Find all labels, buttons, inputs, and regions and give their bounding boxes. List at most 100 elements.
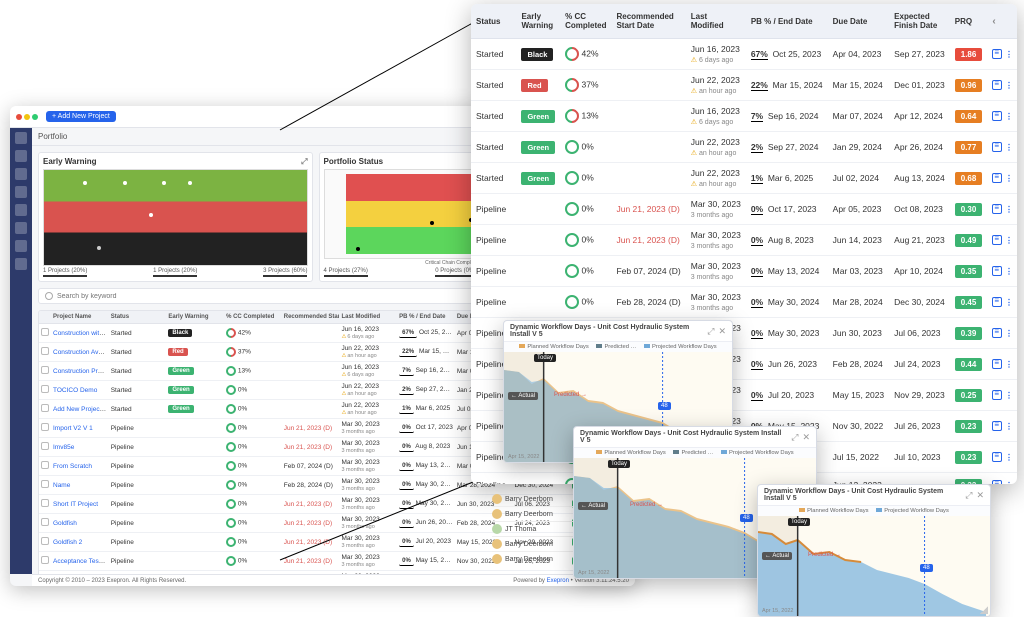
nav-icon-8[interactable] bbox=[15, 258, 27, 270]
col-header[interactable] bbox=[39, 311, 51, 324]
col-header[interactable]: % CC Completed bbox=[224, 311, 282, 324]
row-menu-icon[interactable]: ⋮ bbox=[1005, 49, 1013, 59]
nav-icon-1[interactable] bbox=[15, 132, 27, 144]
chevron-left-icon[interactable]: ‹ bbox=[992, 16, 995, 27]
nav-icon-4[interactable] bbox=[15, 186, 27, 198]
col-header[interactable]: Project Name bbox=[51, 311, 109, 324]
project-link[interactable]: Goldfish 2 bbox=[53, 539, 82, 546]
row-action-icon[interactable] bbox=[992, 480, 1002, 484]
col-header[interactable]: PB % / End Date bbox=[397, 311, 455, 324]
row-action-icon[interactable] bbox=[992, 328, 1002, 338]
row-checkbox[interactable] bbox=[41, 537, 49, 545]
row-menu-icon[interactable]: ⋮ bbox=[1005, 235, 1013, 245]
resize-handle[interactable] bbox=[980, 606, 988, 614]
row-menu-icon[interactable]: ⋮ bbox=[1005, 266, 1013, 276]
col-header[interactable]: Status bbox=[109, 311, 167, 324]
row-checkbox[interactable] bbox=[41, 518, 49, 526]
expand-icon[interactable]: ⤢ bbox=[791, 432, 798, 443]
row-checkbox[interactable] bbox=[41, 404, 49, 412]
project-link[interactable]: Goldfish bbox=[53, 520, 77, 527]
project-link[interactable]: Name bbox=[53, 482, 70, 489]
table-row[interactable]: StartedGreen 0%Jun 22, 2023an hour ago1%… bbox=[471, 163, 1017, 194]
col-header[interactable]: % CC Completed bbox=[560, 4, 611, 39]
table-row[interactable]: Pipeline 0%Feb 28, 2024 (D)Mar 30, 20233… bbox=[471, 287, 1017, 318]
table-row[interactable]: Pipeline 0%Jun 21, 2023 (D)Mar 30, 20233… bbox=[471, 225, 1017, 256]
row-menu-icon[interactable]: ⋮ bbox=[1005, 390, 1013, 400]
col-header[interactable]: ‹ bbox=[987, 4, 1017, 39]
row-checkbox[interactable] bbox=[41, 499, 49, 507]
row-action-icon[interactable] bbox=[992, 235, 1002, 245]
row-menu-icon[interactable]: ⋮ bbox=[1005, 204, 1013, 214]
project-link[interactable]: Construction Average Structure of Projec… bbox=[53, 349, 109, 356]
table-row[interactable]: Pipeline 0%Feb 07, 2024 (D)Mar 30, 20233… bbox=[471, 256, 1017, 287]
early-warning-chart[interactable] bbox=[43, 169, 308, 266]
close-icon[interactable]: ✕ bbox=[976, 490, 984, 501]
project-link[interactable]: Acceptance Testing Rnm2 V 1 bbox=[53, 558, 109, 565]
row-action-icon[interactable] bbox=[992, 452, 1002, 462]
search-input[interactable] bbox=[57, 293, 177, 300]
row-action-icon[interactable] bbox=[992, 111, 1002, 121]
col-header[interactable]: PRQ bbox=[950, 4, 988, 39]
project-link[interactable]: From Scratch bbox=[53, 463, 92, 470]
popup-chart[interactable]: ← Actual Today Predicted → 48 Apr 15, 20… bbox=[758, 516, 990, 616]
close-icon[interactable]: ✕ bbox=[802, 432, 810, 443]
table-row[interactable]: StartedBlack 42%Jun 16, 20236 days ago67… bbox=[471, 39, 1017, 70]
nav-icon-6[interactable] bbox=[15, 222, 27, 234]
row-checkbox[interactable] bbox=[41, 442, 49, 450]
row-action-icon[interactable] bbox=[992, 421, 1002, 431]
row-action-icon[interactable] bbox=[992, 359, 1002, 369]
project-link[interactable]: Import V2 V 1 bbox=[53, 425, 93, 432]
col-header[interactable]: Due Date bbox=[828, 4, 890, 39]
row-checkbox[interactable] bbox=[41, 556, 49, 564]
col-header[interactable]: Last Modified bbox=[339, 311, 397, 324]
row-action-icon[interactable] bbox=[992, 297, 1002, 307]
table-row[interactable]: Pipeline 0%Jun 21, 2023 (D)Mar 30, 20233… bbox=[471, 194, 1017, 225]
row-checkbox[interactable] bbox=[41, 366, 49, 374]
row-menu-icon[interactable]: ⋮ bbox=[1005, 80, 1013, 90]
row-action-icon[interactable] bbox=[992, 266, 1002, 276]
row-menu-icon[interactable]: ⋮ bbox=[1005, 359, 1013, 369]
row-action-icon[interactable] bbox=[992, 173, 1002, 183]
row-menu-icon[interactable]: ⋮ bbox=[1005, 297, 1013, 307]
row-checkbox[interactable] bbox=[41, 347, 49, 355]
expand-icon[interactable]: ⤢ bbox=[965, 490, 972, 501]
row-menu-icon[interactable]: ⋮ bbox=[1005, 111, 1013, 121]
project-link[interactable]: TOCICO Demo bbox=[53, 387, 97, 394]
project-link[interactable]: Short IT Project bbox=[53, 501, 98, 508]
project-link[interactable]: Imv85e bbox=[53, 444, 74, 451]
nav-icon-7[interactable] bbox=[15, 240, 27, 252]
row-checkbox[interactable] bbox=[41, 328, 49, 336]
expand-icon[interactable]: ⤢ bbox=[707, 326, 714, 337]
row-menu-icon[interactable]: ⋮ bbox=[1005, 421, 1013, 431]
project-link[interactable]: Construction with Cost & Hours V 1 0 1 bbox=[53, 330, 109, 337]
row-menu-icon[interactable]: ⋮ bbox=[1005, 173, 1013, 183]
nav-icon-2[interactable] bbox=[15, 150, 27, 162]
footer-link[interactable]: Exepron bbox=[547, 578, 569, 584]
col-header[interactable]: Recommended Start Date bbox=[282, 311, 340, 324]
row-checkbox[interactable] bbox=[41, 423, 49, 431]
table-row[interactable]: StartedRed 37%Jun 22, 2023an hour ago22%… bbox=[471, 70, 1017, 101]
col-header[interactable]: Early Warning bbox=[516, 4, 560, 39]
row-menu-icon[interactable]: ⋮ bbox=[1005, 142, 1013, 152]
add-project-button[interactable]: + Add New Project bbox=[46, 111, 116, 122]
nav-icon-5[interactable] bbox=[15, 204, 27, 216]
row-action-icon[interactable] bbox=[992, 49, 1002, 59]
table-row[interactable]: StartedGreen 0%Jun 22, 2023an hour ago2%… bbox=[471, 132, 1017, 163]
col-header[interactable]: Expected Finish Date bbox=[889, 4, 950, 39]
row-checkbox[interactable] bbox=[41, 385, 49, 393]
row-menu-icon[interactable]: ⋮ bbox=[1005, 452, 1013, 462]
row-checkbox[interactable] bbox=[41, 461, 49, 469]
col-header[interactable]: PB % / End Date bbox=[746, 4, 828, 39]
table-row[interactable]: StartedGreen 13%Jun 16, 20236 days ago7%… bbox=[471, 101, 1017, 132]
row-menu-icon[interactable]: ⋮ bbox=[1005, 328, 1013, 338]
row-action-icon[interactable] bbox=[992, 142, 1002, 152]
col-header[interactable]: Early Warning bbox=[166, 311, 224, 324]
row-action-icon[interactable] bbox=[992, 80, 1002, 90]
row-action-icon[interactable] bbox=[992, 204, 1002, 214]
project-link[interactable]: Add New Project V 1 bbox=[53, 406, 109, 413]
nav-icon-3[interactable] bbox=[15, 168, 27, 180]
close-icon[interactable]: ✕ bbox=[718, 326, 726, 337]
col-header[interactable]: Recommended Start Date bbox=[611, 4, 685, 39]
expand-icon[interactable]: ⤢ bbox=[301, 157, 307, 167]
project-link[interactable]: Construction Project bbox=[53, 368, 109, 375]
